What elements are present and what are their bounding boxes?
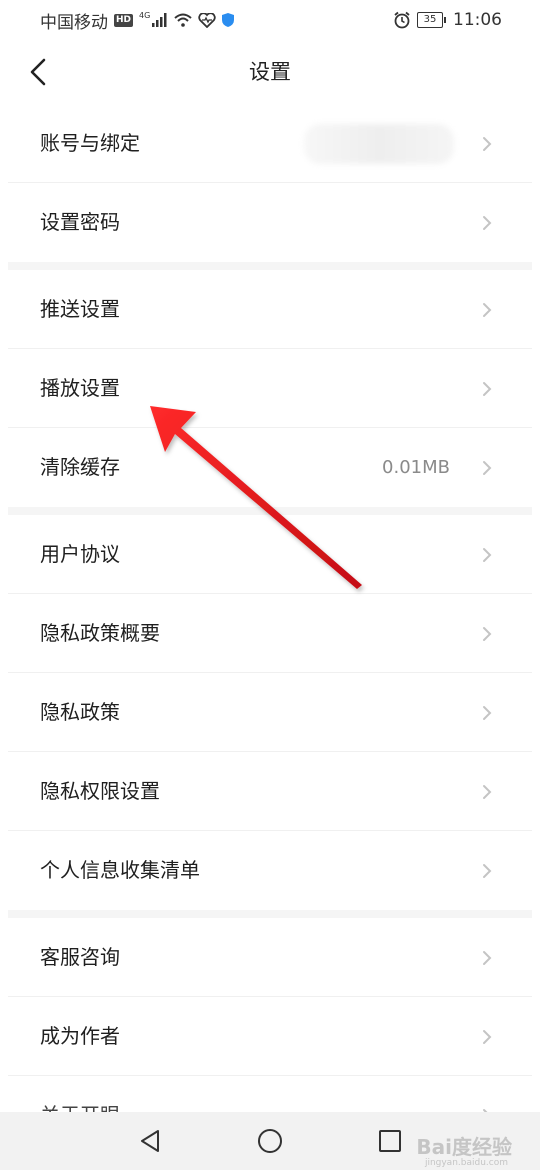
row-label: 客服咨询 [40,945,120,969]
row-label: 隐私权限设置 [40,779,160,803]
row-label: 隐私政策 [40,700,120,724]
chevron-right-icon [483,1030,492,1044]
row-playback-settings[interactable]: 播放设置 [8,349,532,428]
group-divider [8,910,532,918]
recents-square-icon [379,1130,401,1152]
wifi-icon [174,13,192,27]
row-account-binding[interactable]: 账号与绑定 [8,104,532,183]
row-label: 播放设置 [40,376,120,400]
alarm-icon [394,11,410,29]
watermark-url: jingyan.baidu.com [424,1158,508,1168]
nav-back-button[interactable] [130,1121,170,1161]
group-divider [8,262,532,270]
row-privacy-permissions[interactable]: 隐私权限设置 [8,752,532,831]
settings-list: 账号与绑定 设置密码 推送设置 播放设置 清除缓存 0.01MB 用户协议 隐私… [0,104,540,1155]
chevron-right-icon [483,303,492,317]
row-label: 清除缓存 [40,455,120,479]
hd-badge: HD [114,13,134,27]
row-label: 用户协议 [40,542,120,566]
page-title: 设置 [249,60,291,84]
shield-icon [222,13,235,27]
health-heart-icon [198,12,216,28]
row-label: 推送设置 [40,297,120,321]
row-become-author[interactable]: 成为作者 [8,997,532,1076]
carrier-label: 中国移动 [40,12,108,33]
chevron-right-icon [483,382,492,396]
blurred-account-value [304,124,454,164]
chevron-right-icon [483,951,492,965]
nav-recents-button[interactable] [370,1121,410,1161]
signal-icon [152,13,167,27]
back-button[interactable] [20,52,56,92]
row-user-agreement[interactable]: 用户协议 [8,515,532,594]
row-push-settings[interactable]: 推送设置 [8,270,532,349]
clock: 11:06 [453,10,502,30]
chevron-right-icon [483,785,492,799]
chevron-left-icon [30,58,46,86]
row-personal-info-list[interactable]: 个人信息收集清单 [8,831,532,910]
home-circle-icon [258,1129,282,1153]
chevron-right-icon [483,461,492,475]
status-left: 中国移动 HD 4G [40,8,235,33]
row-customer-service[interactable]: 客服咨询 [8,918,532,997]
status-right: 35 11:06 [393,10,502,30]
row-label: 个人信息收集清单 [40,858,200,882]
watermark-logo: Bai度经验 [416,1135,512,1159]
chevron-right-icon [483,137,492,151]
row-label: 成为作者 [40,1024,120,1048]
status-bar: 中国移动 HD 4G 35 11:06 [0,0,540,40]
row-set-password[interactable]: 设置密码 [8,183,532,262]
chevron-right-icon [483,216,492,230]
row-privacy-policy[interactable]: 隐私政策 [8,673,532,752]
row-label: 账号与绑定 [40,131,140,155]
network-type: 4G [139,10,151,20]
battery-indicator: 35 [417,12,446,28]
nav-home-button[interactable] [250,1121,290,1161]
cache-size-value: 0.01MB [382,457,450,478]
row-label: 设置密码 [40,210,120,234]
back-triangle-icon [141,1130,159,1152]
chevron-right-icon [483,864,492,878]
chevron-right-icon [483,548,492,562]
chevron-right-icon [483,627,492,641]
chevron-right-icon [483,706,492,720]
row-label: 隐私政策概要 [40,621,160,645]
group-divider [8,507,532,515]
row-clear-cache[interactable]: 清除缓存 0.01MB [8,428,532,507]
nav-header: 设置 [0,40,540,104]
row-privacy-summary[interactable]: 隐私政策概要 [8,594,532,673]
